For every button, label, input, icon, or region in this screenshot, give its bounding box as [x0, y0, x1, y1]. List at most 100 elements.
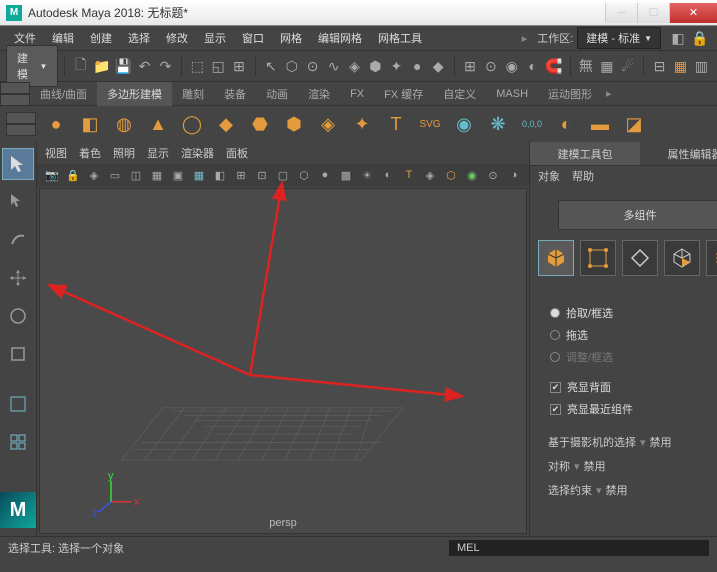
radio-pick[interactable]: 拾取/框选	[538, 302, 717, 324]
undo-icon[interactable]: ↶	[135, 55, 154, 77]
select-surface-icon[interactable]: ◈	[345, 55, 364, 77]
vp-exposure-icon[interactable]: ◉	[463, 166, 481, 184]
shelf-scroll-right-icon[interactable]: ▸	[602, 87, 616, 100]
tab-modeling-toolkit[interactable]: 建模工具包	[530, 142, 640, 165]
select-joint-icon[interactable]: ⊙	[303, 55, 322, 77]
shelf-tab-custom[interactable]: 自定义	[433, 82, 486, 106]
tab-attribute-editor[interactable]: 属性编辑器	[640, 142, 717, 165]
shelf-tab-poly[interactable]: 多边形建模	[97, 82, 172, 106]
save-scene-icon[interactable]: 💾	[114, 55, 133, 77]
uv-mode-icon[interactable]	[706, 240, 717, 276]
select-deform-icon[interactable]: ⬢	[366, 55, 385, 77]
menu-edit-mesh[interactable]: 编辑网格	[310, 27, 370, 49]
poly-cube-icon[interactable]: ◧	[76, 110, 104, 138]
open-scene-icon[interactable]: 📁	[92, 55, 111, 77]
menu-mesh-tools[interactable]: 网格工具	[370, 27, 430, 49]
select-curve-icon[interactable]: ∿	[324, 55, 343, 77]
poly-type-icon[interactable]: T	[382, 110, 410, 138]
vp-isolate-icon[interactable]: T	[400, 166, 418, 184]
lasso-tool[interactable]	[2, 186, 34, 218]
rp-menu-help[interactable]: 帮助	[572, 168, 594, 184]
poly-sphere-icon[interactable]: ●	[42, 110, 70, 138]
vp-select-camera-icon[interactable]: 📷	[43, 166, 61, 184]
vp-menu-panels[interactable]: 面板	[226, 145, 248, 161]
shelf-tab-fxcache[interactable]: FX 缓存	[374, 82, 433, 106]
vp-safe-title-icon[interactable]: ▢	[274, 166, 292, 184]
toggle-modeling-icon[interactable]: ▦	[671, 55, 690, 77]
select-hierarchy-icon[interactable]: ⬚	[188, 55, 207, 77]
poly-torus-icon[interactable]: ◯	[178, 110, 206, 138]
layout-four-icon[interactable]	[2, 426, 34, 458]
menu-select[interactable]: 选择	[120, 27, 158, 49]
vp-shaded-icon[interactable]: ●	[316, 166, 334, 184]
rp-menu-object[interactable]: 对象	[538, 168, 560, 184]
render-view-icon[interactable]: ▦	[597, 55, 616, 77]
poly-pyramid-icon[interactable]: ◈	[314, 110, 342, 138]
symmetry-option[interactable]: 对称▾禁用	[538, 454, 717, 478]
move-tool[interactable]	[2, 262, 34, 294]
vp-wireframe-icon[interactable]: ⬡	[295, 166, 313, 184]
select-mask-icon[interactable]: ↖	[261, 55, 280, 77]
minimize-button[interactable]: ─	[605, 3, 637, 23]
menu-window[interactable]: 窗口	[234, 27, 272, 49]
shelf-options[interactable]	[0, 82, 30, 106]
shelf-tab-fx[interactable]: FX	[340, 84, 374, 104]
vp-2d-pan-icon[interactable]: ◫	[127, 166, 145, 184]
construction-history-icon[interactable]: 無	[576, 55, 595, 77]
selection-constraint[interactable]: 选择约束▾禁用	[538, 478, 717, 502]
snap-point-icon[interactable]: ◉	[502, 55, 521, 77]
workspace-dropdown[interactable]: 建模 - 标准▼	[577, 27, 661, 49]
poly-cone-icon[interactable]: ▲	[144, 110, 172, 138]
menu-modify[interactable]: 修改	[158, 27, 196, 49]
vp-menu-view[interactable]: 视图	[45, 145, 67, 161]
menu-create[interactable]: 创建	[82, 27, 120, 49]
shelf-tab-motion[interactable]: 运动图形	[538, 82, 602, 106]
poly-combine-icon[interactable]: ◐	[552, 110, 580, 138]
vp-bookmark-icon[interactable]: ◈	[85, 166, 103, 184]
vp-menu-renderer[interactable]: 渲染器	[181, 145, 214, 161]
snap-plane-icon[interactable]: ◐	[523, 55, 542, 77]
close-button[interactable]: ✕	[669, 3, 717, 23]
scale-tool[interactable]	[2, 338, 34, 370]
shelf-tab-mash[interactable]: MASH	[486, 84, 538, 104]
snap-live-icon[interactable]: 🧲	[544, 55, 563, 77]
check-backface[interactable]: ✔亮显背面	[538, 376, 717, 398]
maximize-button[interactable]: ☐	[637, 3, 669, 23]
select-component-icon[interactable]: ⊞	[230, 55, 249, 77]
radio-drag[interactable]: 拖选	[538, 324, 717, 346]
ipr-icon[interactable]: ☄	[618, 55, 637, 77]
edge-mode-icon[interactable]	[622, 240, 658, 276]
multi-component-button[interactable]: 多组件	[558, 200, 717, 230]
shelf-tab-sculpt[interactable]: 雕刻	[172, 82, 214, 106]
vp-grid-icon[interactable]: ▦	[148, 166, 166, 184]
camera-based-selection[interactable]: 基于摄影机的选择▾禁用	[538, 430, 717, 454]
vp-xray-joints-icon[interactable]: ⬡	[442, 166, 460, 184]
select-dynamic-icon[interactable]: ✦	[387, 55, 406, 77]
vp-xray-icon[interactable]: ◈	[421, 166, 439, 184]
poly-disc-icon[interactable]: ⬣	[246, 110, 274, 138]
poly-plane-icon[interactable]: ◆	[212, 110, 240, 138]
shelf-menu[interactable]	[6, 112, 36, 136]
select-misc-icon[interactable]: ◆	[429, 55, 448, 77]
toggle-panel-icon[interactable]: ▥	[692, 55, 711, 77]
radio-tweak[interactable]: 调整/框选	[538, 346, 717, 368]
menu-more-icon[interactable]: ▸	[522, 32, 528, 45]
snap-curve-icon[interactable]: ⊙	[481, 55, 500, 77]
shelf-tab-curves[interactable]: 曲线/曲面	[30, 82, 97, 106]
vp-menu-shading[interactable]: 着色	[79, 145, 101, 161]
shelf-tab-rigging[interactable]: 装备	[214, 82, 256, 106]
vp-menu-show[interactable]: 显示	[147, 145, 169, 161]
dock-icon[interactable]: ◧	[667, 27, 689, 49]
snap-grid-icon[interactable]: ⊞	[460, 55, 479, 77]
vp-menu-lighting[interactable]: 照明	[113, 145, 135, 161]
vp-lights-icon[interactable]: ☀	[358, 166, 376, 184]
select-object-icon[interactable]: ◱	[209, 55, 228, 77]
object-mode-icon[interactable]	[538, 240, 574, 276]
menu-mesh[interactable]: 网格	[272, 27, 310, 49]
viewport-3d[interactable]: x y z persp	[39, 188, 527, 534]
vp-lock-camera-icon[interactable]: 🔒	[64, 166, 82, 184]
vp-view-transform-icon[interactable]: ◑	[505, 166, 523, 184]
vp-gate-mask-icon[interactable]: ◧	[211, 166, 229, 184]
vp-film-gate-icon[interactable]: ▣	[169, 166, 187, 184]
redo-icon[interactable]: ↷	[156, 55, 175, 77]
